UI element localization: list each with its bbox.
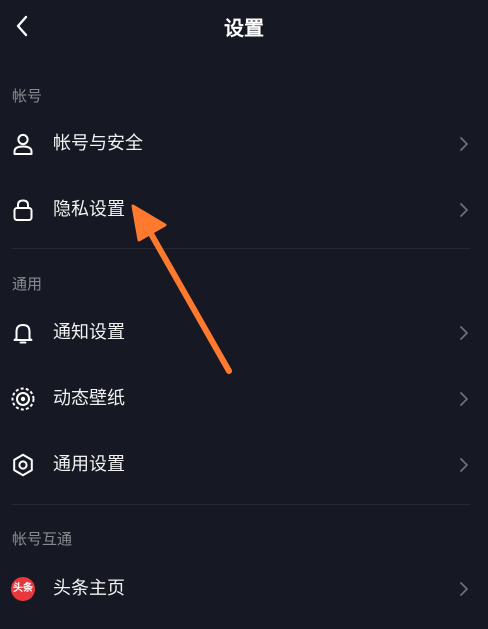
- gear-icon: [10, 452, 36, 478]
- settings-page: 设置 帐号 帐号与安全 隐私设置 通用 通知设置 动态壁纸 通用设置 帐号互通 …: [0, 0, 488, 629]
- person-icon: [10, 131, 36, 157]
- settings-item-label: 帐号与安全: [53, 133, 143, 154]
- settings-item-toutiao-homepage[interactable]: 头条 头条主页: [0, 559, 488, 619]
- divider: [12, 504, 470, 505]
- settings-item-general[interactable]: 通用设置: [0, 435, 488, 495]
- chevron-right-icon: [458, 324, 470, 342]
- settings-item-privacy[interactable]: 隐私设置: [0, 180, 488, 240]
- lock-icon: [10, 197, 36, 223]
- settings-item-label: 隐私设置: [53, 199, 125, 220]
- chevron-right-icon: [458, 201, 470, 219]
- settings-item-label: 通用设置: [53, 454, 125, 475]
- section-label-account: 帐号: [12, 87, 43, 105]
- settings-item-live-wallpaper[interactable]: 动态壁纸: [0, 369, 488, 429]
- settings-item-notifications[interactable]: 通知设置: [0, 303, 488, 363]
- page-title: 设置: [224, 16, 264, 40]
- section-label-account-linking: 帐号互通: [12, 530, 73, 548]
- divider: [12, 248, 470, 249]
- toutiao-logo-icon: 头条: [10, 576, 36, 602]
- bell-icon: [10, 320, 36, 346]
- wallpaper-icon: [10, 386, 36, 412]
- settings-item-label: 通知设置: [53, 322, 125, 343]
- header: 设置: [0, 0, 488, 56]
- settings-item-label: 头条主页: [53, 578, 125, 599]
- chevron-right-icon: [458, 580, 470, 598]
- chevron-right-icon: [458, 456, 470, 474]
- section-label-general: 通用: [12, 275, 43, 293]
- chevron-right-icon: [458, 390, 470, 408]
- settings-item-account-security[interactable]: 帐号与安全: [0, 114, 488, 174]
- chevron-right-icon: [458, 135, 470, 153]
- settings-item-label: 动态壁纸: [53, 388, 125, 409]
- toutiao-logo-text: 头条: [11, 577, 35, 601]
